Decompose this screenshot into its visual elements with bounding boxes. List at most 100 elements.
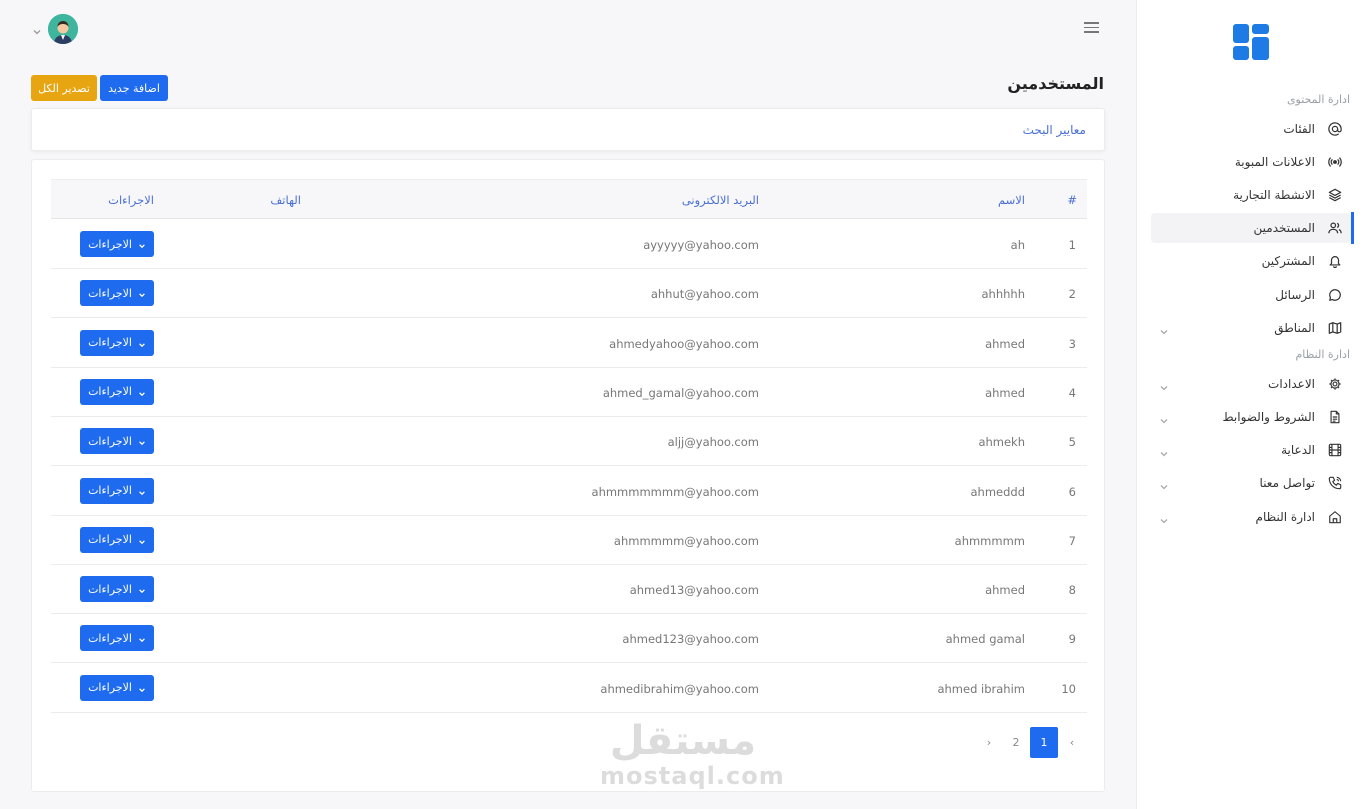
column-header-num: # bbox=[1067, 193, 1077, 207]
actions-label: الاجراءات bbox=[88, 286, 132, 300]
cell-num: 2 bbox=[1068, 287, 1076, 302]
chevron-down-icon bbox=[138, 437, 146, 446]
cell-num: 4 bbox=[1068, 385, 1076, 400]
chevron-down-icon[interactable] bbox=[32, 22, 42, 35]
actions-label: الاجراءات bbox=[88, 484, 132, 497]
cell-name: ahmmmmm bbox=[954, 533, 1025, 548]
sidebar: ادارة المحتوى الفئات الاعلانات المبوبة ا… bbox=[1136, 0, 1366, 809]
cell-name: ahmeddd bbox=[970, 484, 1025, 499]
cell-num: 3 bbox=[1068, 336, 1076, 351]
chevron-down-icon[interactable] bbox=[1159, 444, 1169, 457]
active-indicator bbox=[1351, 212, 1354, 244]
cell-email: ahhut@yahoo.com bbox=[650, 287, 759, 302]
chevron-down-icon bbox=[138, 684, 146, 692]
actions-label: الاجراءات bbox=[88, 533, 132, 547]
page-title: المستخدمين bbox=[1007, 74, 1104, 93]
actions-dropdown-button[interactable]: الاجراءات bbox=[80, 477, 154, 504]
actions-label: الاجراءات bbox=[88, 237, 132, 251]
chevron-down-icon bbox=[138, 634, 146, 643]
sidebar-item-classifieds[interactable]: الاعلانات المبوبة bbox=[1151, 147, 1351, 177]
column-header-name: الاسم bbox=[997, 193, 1025, 207]
sidebar-item-label: الفئات bbox=[1283, 122, 1315, 136]
pagination-page-2[interactable]: 2 bbox=[1002, 727, 1030, 758]
cell-email: ahmed13@yahoo.com bbox=[629, 583, 759, 598]
chevron-down-icon[interactable] bbox=[1159, 322, 1169, 335]
sidebar-item-label: المناطق bbox=[1274, 321, 1315, 335]
actions-dropdown-button[interactable]: الاجراءات bbox=[80, 576, 154, 603]
actions-label: الاجراءات bbox=[88, 681, 132, 695]
chevron-down-icon[interactable] bbox=[1159, 477, 1169, 490]
cell-email: ahmedibrahim@yahoo.com bbox=[600, 681, 759, 696]
gear-icon bbox=[1327, 376, 1343, 392]
sidebar-item-settings[interactable]: الاعدادات bbox=[1151, 369, 1351, 399]
sidebar-item-label: تواصل معنا bbox=[1259, 476, 1315, 490]
document-icon bbox=[1327, 409, 1343, 425]
cell-num: 9 bbox=[1068, 632, 1076, 647]
actions-dropdown-button[interactable]: الاجراءات bbox=[80, 428, 154, 455]
actions-dropdown-button[interactable]: الاجراءات bbox=[80, 280, 154, 307]
sidebar-item-regions[interactable]: المناطق bbox=[1151, 313, 1351, 343]
watermark-logo-icon: مستقل bbox=[610, 718, 756, 762]
sidebar-item-users[interactable]: المستخدمين bbox=[1151, 213, 1351, 243]
sidebar-item-ads[interactable]: الدعاية bbox=[1151, 435, 1351, 465]
sidebar-item-label: الشروط والضوابط bbox=[1222, 410, 1315, 424]
sidebar-item-label: المشتركين bbox=[1261, 254, 1315, 268]
avatar[interactable] bbox=[48, 14, 78, 44]
map-icon bbox=[1327, 320, 1343, 336]
export-all-button[interactable]: تصدير الكل bbox=[31, 75, 97, 101]
search-criteria-label: معايير البحث bbox=[1022, 123, 1086, 137]
actions-dropdown-button[interactable]: الاجراءات bbox=[80, 329, 154, 356]
sidebar-item-contact[interactable]: تواصل معنا bbox=[1151, 468, 1351, 498]
menu-toggle-icon[interactable] bbox=[1084, 22, 1099, 34]
actions-dropdown-button[interactable]: الاجراءات bbox=[80, 378, 154, 405]
add-new-button[interactable]: اضافة جديد bbox=[100, 75, 168, 101]
chevron-down-icon[interactable] bbox=[1159, 411, 1169, 424]
content-section-label: ادارة المحتوى bbox=[1286, 93, 1350, 106]
sidebar-item-label: الاعلانات المبوبة bbox=[1234, 155, 1315, 169]
sidebar-item-subscribers[interactable]: المشتركين bbox=[1151, 246, 1351, 276]
cell-email: ayyyyy@yahoo.com bbox=[643, 238, 759, 252]
cell-name: ahmed bbox=[985, 385, 1025, 400]
table-row: 7 ahmmmmm ahmmmmm@yahoo.com الاجراءات bbox=[51, 516, 1087, 565]
sidebar-item-messages[interactable]: الرسائل bbox=[1151, 280, 1351, 310]
chevron-down-icon[interactable] bbox=[1159, 511, 1169, 524]
logo-icon[interactable] bbox=[1233, 24, 1269, 60]
actions-dropdown-button[interactable]: الاجراءات bbox=[80, 625, 154, 652]
at-icon bbox=[1327, 121, 1343, 137]
column-header-email: البريد الالكترونى bbox=[681, 193, 759, 207]
table-row: 1 ah ayyyyy@yahoo.com الاجراءات bbox=[51, 220, 1087, 269]
sidebar-item-categories[interactable]: الفئات bbox=[1151, 114, 1351, 144]
sidebar-item-terms[interactable]: الشروط والضوابط bbox=[1151, 402, 1351, 432]
sidebar-item-label: الرسائل bbox=[1275, 288, 1315, 302]
column-header-phone: الهاتف bbox=[270, 193, 301, 207]
watermark: مستقل mostaql.com bbox=[600, 712, 784, 792]
sidebar-item-label: ادارة النظام bbox=[1255, 510, 1315, 524]
actions-dropdown-button[interactable]: الاجراءات bbox=[80, 526, 154, 553]
pagination-page-1[interactable]: 1 bbox=[1030, 727, 1058, 758]
chevron-down-icon[interactable] bbox=[1159, 378, 1169, 391]
sidebar-item-label: المستخدمين bbox=[1253, 221, 1315, 235]
chevron-down-icon bbox=[138, 240, 146, 249]
cell-name: ah bbox=[1010, 238, 1025, 252]
watermark-arabic-text: مستقل bbox=[610, 718, 756, 762]
table-row: 4 ahmed ahmed_gamal@yahoo.com الاجراءات bbox=[51, 368, 1087, 417]
chevron-down-icon bbox=[138, 487, 146, 495]
table-row: 8 ahmed ahmed13@yahoo.com الاجراءات bbox=[51, 565, 1087, 615]
actions-dropdown-button[interactable]: الاجراءات bbox=[80, 231, 154, 257]
table-header: # الاسم البريد الالكترونى الهاتف الاجراء… bbox=[51, 179, 1087, 219]
actions-label: الاجراءات bbox=[88, 631, 132, 645]
pagination-next[interactable]: › bbox=[975, 727, 1003, 758]
column-header-actions: الاجراءات bbox=[108, 193, 154, 207]
actions-dropdown-button[interactable]: الاجراءات bbox=[80, 674, 154, 701]
cell-name: ahmed ibrahim bbox=[937, 681, 1025, 696]
sidebar-item-system[interactable]: ادارة النظام bbox=[1151, 502, 1351, 532]
table-row: 3 ahmed ahmedyahoo@yahoo.com الاجراءات bbox=[51, 319, 1087, 368]
table-row: 5 ahmekh aljj@yahoo.com الاجراءات bbox=[51, 417, 1087, 467]
sidebar-item-businesses[interactable]: الانشطة التجارية bbox=[1151, 180, 1351, 210]
search-criteria-panel[interactable]: معايير البحث bbox=[31, 108, 1105, 151]
cell-num: 6 bbox=[1068, 484, 1076, 499]
cell-num: 1 bbox=[1068, 238, 1076, 252]
cell-name: ahmed bbox=[985, 336, 1025, 351]
cell-num: 7 bbox=[1068, 533, 1076, 548]
pagination-prev[interactable]: ‹ bbox=[1058, 727, 1086, 758]
